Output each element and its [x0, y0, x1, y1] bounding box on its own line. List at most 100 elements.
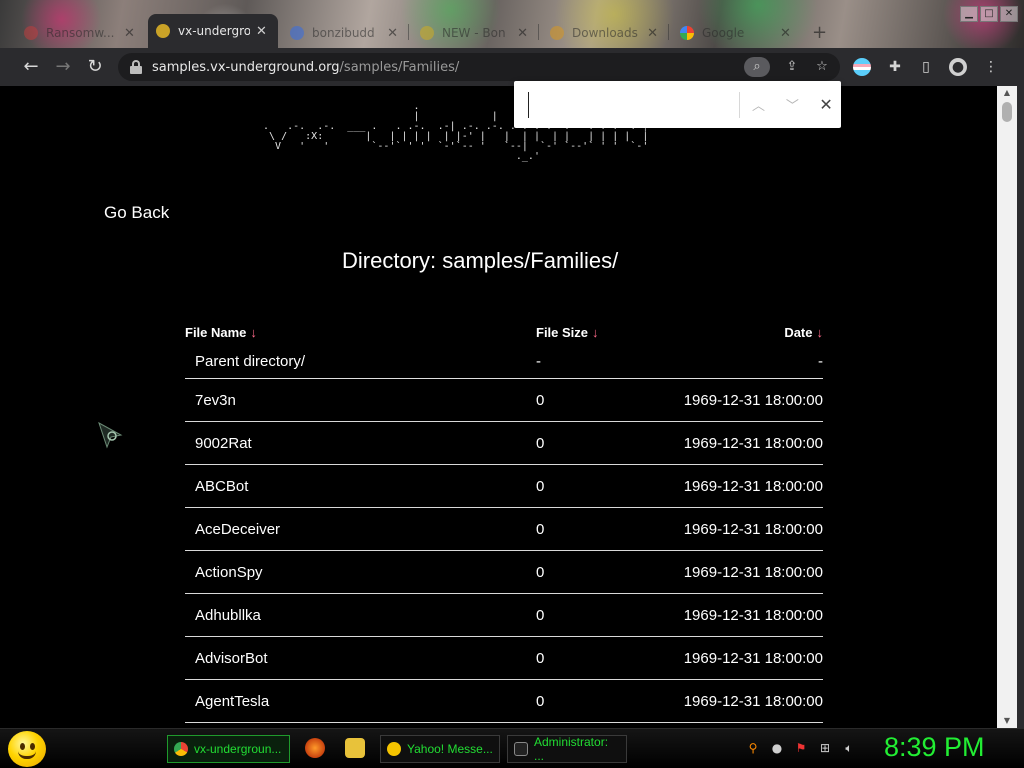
- scroll-up-arrow-icon[interactable]: ▲: [997, 86, 1017, 100]
- table-row[interactable]: 9002Rat 0 1969-12-31 18:00:00: [185, 422, 823, 465]
- tab-separator: [668, 24, 669, 40]
- sort-arrow-icon: ↓: [250, 324, 257, 340]
- file-size-cell: 0: [536, 434, 545, 452]
- header-file-name[interactable]: File Name ↓: [185, 325, 536, 340]
- go-back-link[interactable]: Go Back: [104, 203, 169, 223]
- lock-icon[interactable]: [130, 60, 142, 74]
- file-name-cell[interactable]: ActionSpy: [185, 564, 536, 581]
- new-tab-button[interactable]: +: [812, 22, 827, 43]
- close-tab-icon[interactable]: ✕: [517, 26, 528, 41]
- tab-google[interactable]: Google ✕: [672, 18, 802, 48]
- sort-arrow-icon: ↓: [816, 324, 824, 340]
- file-size-cell: 0: [536, 606, 545, 624]
- minimize-button[interactable]: ▁: [960, 6, 978, 22]
- pride-flag-extension-icon[interactable]: [853, 58, 871, 76]
- url-host: samples.vx-underground.org: [152, 59, 340, 75]
- close-tab-icon[interactable]: ✕: [124, 26, 135, 41]
- network-icon[interactable]: ⊞: [817, 740, 833, 756]
- date-cell: 1969-12-31 18:00:00: [683, 477, 823, 495]
- browser-toolbar: ← → ↻ samples.vx-underground.org/samples…: [0, 48, 1024, 86]
- tray-status-icon[interactable]: ●: [769, 740, 785, 756]
- tab-vx-underground[interactable]: vx-undergro ✕: [148, 14, 278, 48]
- file-name-cell[interactable]: ABCBot: [185, 478, 536, 495]
- tab-new-bonzi[interactable]: NEW - Bon ✕: [412, 18, 536, 48]
- menu-kebab-icon[interactable]: ⋮: [982, 58, 1000, 76]
- file-name-cell[interactable]: Adhubllka: [185, 607, 536, 624]
- search-icon[interactable]: ⚲: [745, 740, 761, 756]
- close-window-button[interactable]: ✕: [1000, 6, 1018, 22]
- tab-bonzibuddy[interactable]: bonzibudd ✕: [282, 18, 406, 48]
- sort-arrow-icon: ↓: [592, 324, 599, 340]
- side-panel-icon[interactable]: ▯: [917, 58, 935, 76]
- tab-ransomware[interactable]: Ransomw... ✕: [16, 18, 144, 48]
- taskbar-item-command-prompt[interactable]: Administrator: ...: [507, 735, 627, 763]
- taskbar-item-chrome[interactable]: vx-undergroun...: [167, 735, 290, 763]
- share-icon[interactable]: ⇪: [782, 57, 802, 77]
- table-row[interactable]: Adhubllka 0 1969-12-31 18:00:00: [185, 594, 823, 637]
- site-favicon-icon: [420, 26, 434, 40]
- table-row[interactable]: AgentTesla 0 1969-12-31 18:00:00: [185, 680, 823, 723]
- find-previous-chevron-up-icon[interactable]: ︿: [744, 95, 774, 114]
- tray-flag-icon[interactable]: ⚑: [793, 740, 809, 756]
- scroll-down-arrow-icon[interactable]: ▼: [997, 714, 1017, 728]
- start-button-smiley-icon[interactable]: [8, 731, 46, 767]
- tab-strip: Ransomw... ✕ vx-undergro ✕ bonzibudd ✕ N…: [0, 0, 1024, 48]
- file-size-cell: 0: [536, 649, 545, 667]
- file-name-cell[interactable]: AgentTesla: [185, 693, 536, 710]
- scrollbar-thumb[interactable]: [1002, 102, 1012, 122]
- parent-directory-row[interactable]: Parent directory/ - -: [185, 345, 823, 379]
- url-text: samples.vx-underground.org/samples/Famil…: [152, 60, 459, 75]
- table-row[interactable]: ActionSpy 0 1969-12-31 18:00:00: [185, 551, 823, 594]
- date-cell: 1969-12-31 18:00:00: [683, 692, 823, 710]
- close-tab-icon[interactable]: ✕: [387, 26, 398, 41]
- find-in-page-bar: ︿ ﹀ ✕: [514, 81, 841, 128]
- table-row[interactable]: ABCBot 0 1969-12-31 18:00:00: [185, 465, 823, 508]
- table-row[interactable]: AdvisorBot 0 1969-12-31 18:00:00: [185, 637, 823, 680]
- file-size-cell: 0: [536, 477, 545, 495]
- address-bar[interactable]: samples.vx-underground.org/samples/Famil…: [118, 53, 840, 81]
- folder-icon[interactable]: [345, 738, 365, 758]
- table-row[interactable]: AceDeceiver 0 1969-12-31 18:00:00: [185, 508, 823, 551]
- taskbar: vx-undergroun... Yahoo! Messe... Adminis…: [0, 728, 1024, 768]
- page-scrollbar[interactable]: ▲ ▼: [997, 86, 1017, 728]
- volume-icon[interactable]: 🔈︎: [841, 740, 857, 756]
- find-input[interactable]: [528, 91, 725, 118]
- tab-downloads[interactable]: Downloads ✕: [542, 18, 666, 48]
- table-header: File Name ↓ File Size ↓ Date ↓: [185, 319, 823, 345]
- tab-separator: [538, 24, 539, 40]
- forward-button[interactable]: →: [52, 56, 74, 78]
- file-name-cell[interactable]: 9002Rat: [185, 435, 536, 452]
- find-in-page-icon[interactable]: ⌕: [744, 57, 770, 77]
- file-size-cell: 0: [536, 692, 545, 710]
- file-name-cell[interactable]: Parent directory/: [185, 353, 536, 370]
- find-next-chevron-down-icon[interactable]: ﹀: [777, 95, 807, 114]
- firefox-icon[interactable]: [305, 738, 325, 758]
- tab-separator: [408, 24, 409, 40]
- window-controls: ▁ □ ✕: [960, 6, 1018, 22]
- downloads-icon: [550, 26, 564, 40]
- close-tab-icon[interactable]: ✕: [780, 26, 791, 41]
- taskbar-clock[interactable]: 8:39 PM: [884, 732, 985, 763]
- back-button[interactable]: ←: [20, 56, 42, 78]
- command-prompt-icon: [514, 742, 528, 756]
- close-tab-icon[interactable]: ✕: [256, 24, 267, 39]
- profile-avatar-icon[interactable]: ●: [949, 58, 967, 76]
- file-name-cell[interactable]: 7ev3n: [185, 392, 536, 409]
- header-file-size[interactable]: File Size ↓: [536, 325, 656, 340]
- page-viewport: . | | . .-. .-. ___ . . .-. .-| .-. .-. …: [7, 86, 997, 728]
- header-date[interactable]: Date ↓: [656, 325, 823, 340]
- file-name-cell[interactable]: AdvisorBot: [185, 650, 536, 667]
- table-row[interactable]: 7ev3n 0 1969-12-31 18:00:00: [185, 379, 823, 422]
- date-cell: 1969-12-31 18:00:00: [683, 520, 823, 538]
- window-frame: [1017, 48, 1024, 728]
- reload-button[interactable]: ↻: [84, 56, 106, 78]
- maximize-button[interactable]: □: [980, 6, 998, 22]
- date-cell: -: [818, 353, 823, 370]
- extensions-puzzle-icon[interactable]: ✚: [886, 58, 904, 76]
- date-cell: 1969-12-31 18:00:00: [683, 649, 823, 667]
- find-close-icon[interactable]: ✕: [811, 95, 841, 114]
- close-tab-icon[interactable]: ✕: [647, 26, 658, 41]
- file-name-cell[interactable]: AceDeceiver: [185, 521, 536, 538]
- bookmark-star-icon[interactable]: ☆: [812, 57, 832, 77]
- taskbar-item-yahoo-messenger[interactable]: Yahoo! Messe...: [380, 735, 500, 763]
